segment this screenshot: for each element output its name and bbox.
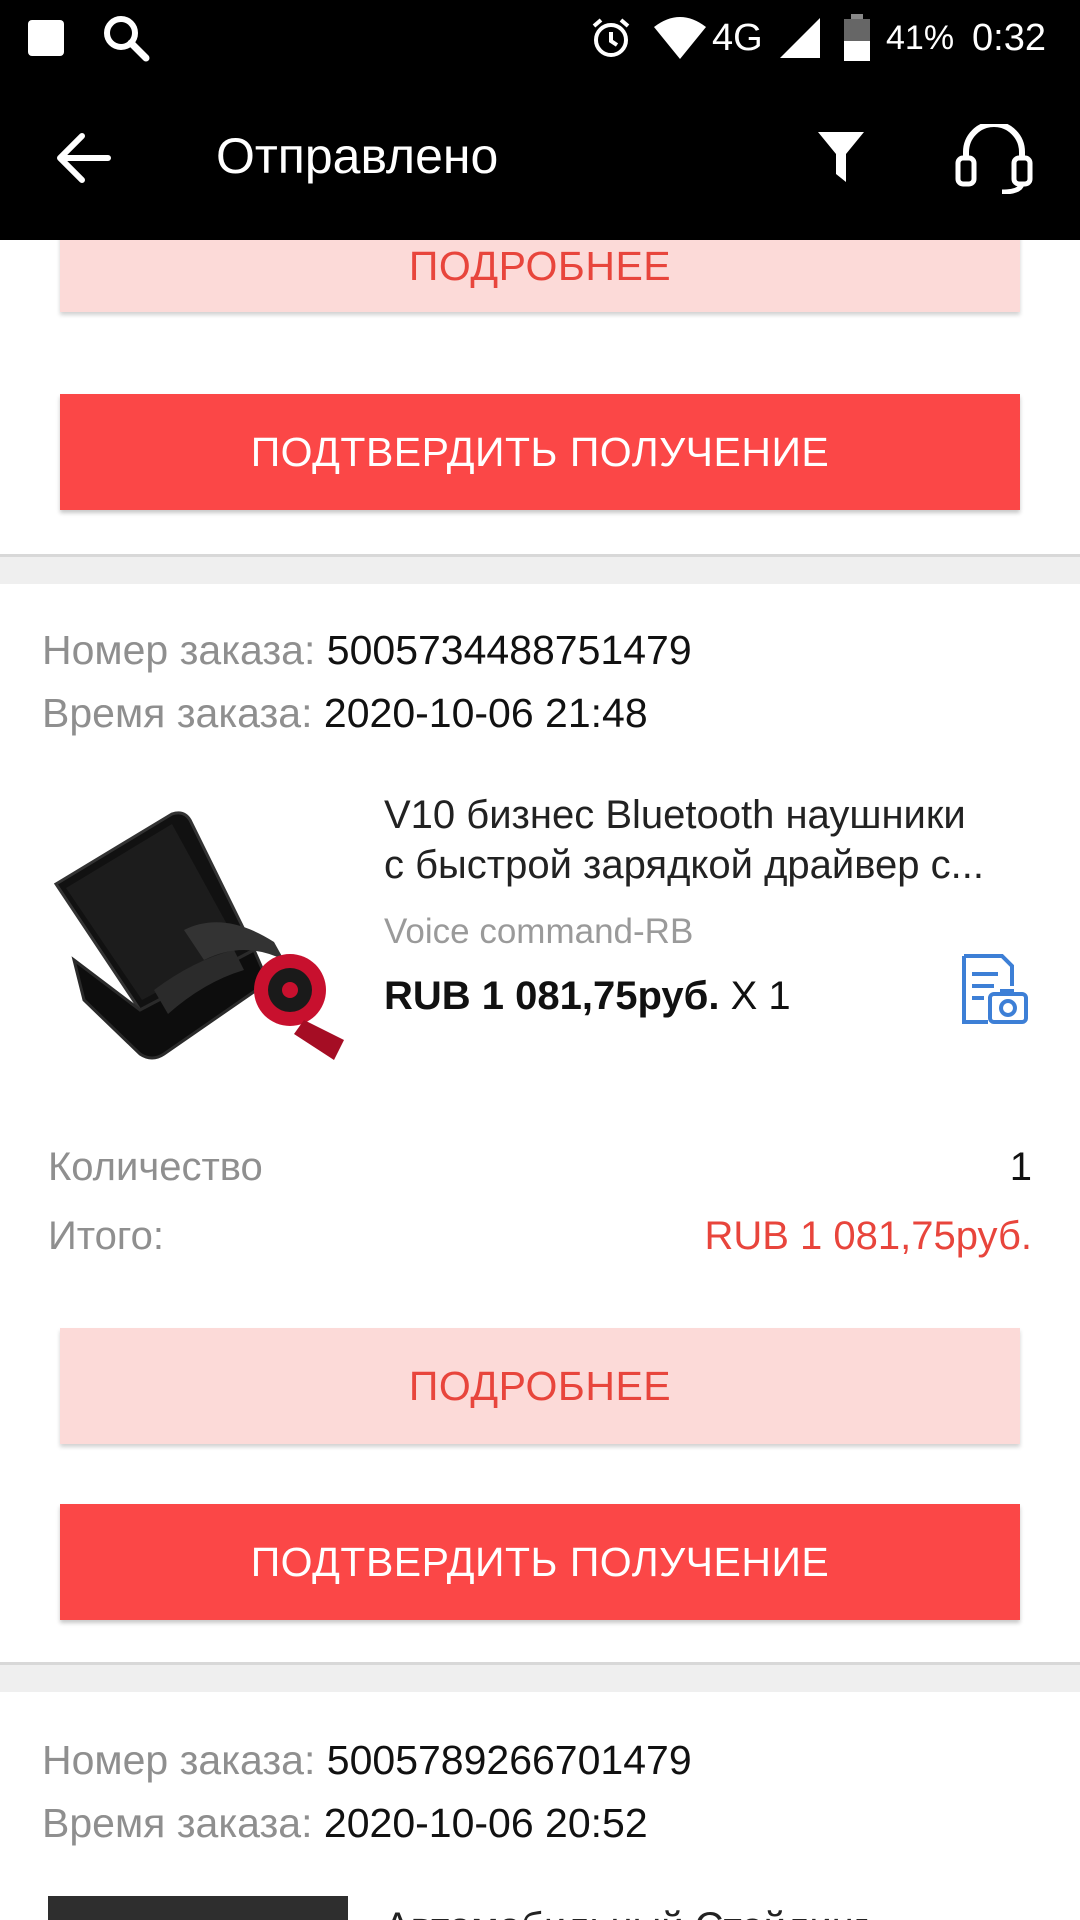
support-headset-icon[interactable] xyxy=(952,121,1036,195)
product-multiplier: X 1 xyxy=(730,974,791,1018)
section-divider xyxy=(0,554,1080,584)
order-number-value: 5005734488751479 xyxy=(326,627,692,673)
product-price-value: RUB 1 081,75руб. xyxy=(384,974,720,1018)
page-title: Отправлено xyxy=(216,128,499,184)
battery-percent: 41% xyxy=(886,18,955,57)
order-number-label: Номер заказа: xyxy=(42,1737,316,1783)
product-title-line1: Автомобильный Стайлинг xyxy=(384,1902,1024,1920)
order-number-value: 5005789266701479 xyxy=(326,1737,692,1783)
product-image[interactable] xyxy=(48,1896,348,1920)
order-time-value: 2020-10-06 21:48 xyxy=(323,690,648,736)
quantity-value: 1 xyxy=(1009,1145,1032,1189)
product-title-line2: с быстрой зарядкой драйвер с... xyxy=(384,843,984,887)
product-title[interactable]: V10 бизнес Bluetooth наушники с быстрой … xyxy=(384,790,1024,890)
alarm-icon xyxy=(588,0,634,76)
back-arrow-icon[interactable] xyxy=(52,130,114,186)
clock: 0:32 xyxy=(972,16,1046,59)
details-button[interactable]: ПОДРОБНЕЕ xyxy=(60,1328,1020,1444)
battery-icon xyxy=(842,0,872,76)
order-time-value: 2020-10-06 20:52 xyxy=(323,1800,648,1846)
wifi-icon xyxy=(652,0,708,76)
order-time-label: Время заказа: xyxy=(42,690,313,736)
network-type: 4G xyxy=(712,16,763,59)
signal-icon xyxy=(778,0,822,76)
section-divider xyxy=(0,1662,1080,1692)
product-variant: Voice command-RB xyxy=(384,912,694,951)
order-time-label: Время заказа: xyxy=(42,1800,313,1846)
product-image[interactable] xyxy=(44,810,350,1110)
order-number: Номер заказа: 5005734488751479 xyxy=(42,625,692,675)
total-value: RUB 1 081,75руб. xyxy=(704,1214,1032,1258)
notification-square-icon xyxy=(26,0,66,76)
search-icon xyxy=(100,0,152,76)
details-button[interactable]: ПОДРОБНЕЕ xyxy=(60,240,1020,312)
total-label: Итого: xyxy=(48,1214,164,1258)
quantity-label: Количество xyxy=(48,1145,263,1189)
document-camera-icon[interactable] xyxy=(958,952,1030,1028)
product-title[interactable]: Автомобильный Стайлинг xyxy=(384,1902,1024,1920)
orders-list[interactable]: ПОДРОБНЕЕ ПОДТВЕРДИТЬ ПОЛУЧЕНИЕ Номер за… xyxy=(0,240,1080,1920)
order-number-label: Номер заказа: xyxy=(42,627,316,673)
order-time: Время заказа: 2020-10-06 21:48 xyxy=(42,688,648,738)
confirm-receipt-button[interactable]: ПОДТВЕРДИТЬ ПОЛУЧЕНИЕ xyxy=(60,1504,1020,1620)
product-price: RUB 1 081,75руб. X 1 xyxy=(384,974,791,1019)
confirm-receipt-button[interactable]: ПОДТВЕРДИТЬ ПОЛУЧЕНИЕ xyxy=(60,394,1020,510)
order-number: Номер заказа: 5005789266701479 xyxy=(42,1735,692,1785)
status-bar: 4G 41% 0:32 xyxy=(0,0,1080,76)
order-time: Время заказа: 2020-10-06 20:52 xyxy=(42,1798,648,1848)
toolbar: Отправлено xyxy=(0,76,1080,240)
filter-icon[interactable] xyxy=(814,128,868,188)
product-title-line1: V10 бизнес Bluetooth наушники xyxy=(384,793,966,837)
